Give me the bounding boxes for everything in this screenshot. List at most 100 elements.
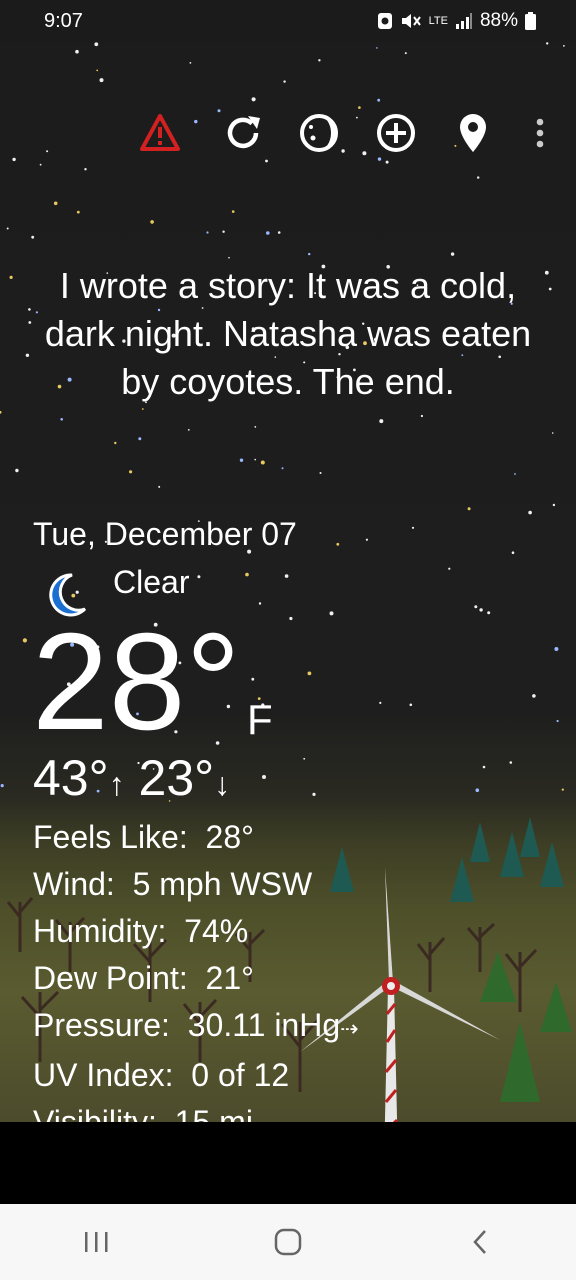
humidity-label: Humidity: xyxy=(33,913,167,949)
pressure-trend-icon: ⇢ xyxy=(340,1016,359,1041)
star xyxy=(9,275,13,279)
location-pin-icon xyxy=(460,114,486,152)
star xyxy=(6,227,9,230)
pressure-row: Pressure: 30.11 inHg⇢ xyxy=(33,1002,359,1052)
star xyxy=(31,235,35,239)
star xyxy=(376,47,378,49)
back-button[interactable] xyxy=(445,1212,515,1272)
star xyxy=(561,788,564,791)
star xyxy=(231,210,235,213)
star xyxy=(76,210,80,214)
wind-label: Wind: xyxy=(33,866,115,902)
moon-phase-icon xyxy=(300,114,338,152)
feels-like-row: Feels Like: 28° xyxy=(33,814,359,861)
visibility-label: Visibility: xyxy=(33,1104,157,1122)
refresh-button[interactable] xyxy=(220,110,266,156)
alert-button[interactable] xyxy=(137,110,183,156)
star xyxy=(15,468,19,473)
add-location-button[interactable] xyxy=(373,110,419,156)
star xyxy=(532,694,536,698)
star xyxy=(312,792,316,797)
moon-phase-button[interactable] xyxy=(296,110,342,156)
star xyxy=(509,761,513,764)
pressure-value: 30.11 inHg xyxy=(187,1007,341,1043)
star xyxy=(474,605,478,609)
pine-trees xyxy=(330,817,564,902)
location-button[interactable] xyxy=(450,110,496,156)
app-notification-icon xyxy=(377,13,392,29)
wind-value: 5 mph WSW xyxy=(132,866,313,902)
star xyxy=(448,567,451,570)
star xyxy=(379,419,384,424)
star xyxy=(206,231,209,234)
star xyxy=(0,410,2,414)
star xyxy=(129,470,133,474)
star xyxy=(411,526,415,529)
toolbar xyxy=(0,88,576,178)
signal-icon xyxy=(455,13,472,29)
ad-space xyxy=(0,1122,576,1204)
dew-point-value: 21° xyxy=(205,960,254,996)
star xyxy=(228,256,230,259)
star xyxy=(283,80,286,83)
mute-icon xyxy=(401,14,421,28)
visibility-row: Visibility: 15 mi xyxy=(33,1099,359,1122)
star xyxy=(554,647,559,651)
star xyxy=(404,52,407,55)
star xyxy=(189,62,192,64)
more-options-button[interactable] xyxy=(517,110,563,156)
recent-apps-icon xyxy=(85,1232,108,1252)
star xyxy=(475,788,480,792)
star xyxy=(53,201,58,206)
current-temperature: 28° xyxy=(32,605,241,759)
star xyxy=(251,677,255,681)
star xyxy=(284,574,289,578)
home-button[interactable] xyxy=(253,1212,323,1272)
more-vert-icon xyxy=(536,118,544,148)
star xyxy=(479,608,483,612)
uv-index-label: UV Index: xyxy=(33,1057,174,1093)
star xyxy=(258,602,262,605)
high-arrow-icon: ↑ xyxy=(108,766,125,802)
star xyxy=(467,507,471,511)
star xyxy=(75,49,79,54)
star xyxy=(336,542,340,546)
visibility-value: 15 mi xyxy=(174,1104,253,1122)
star xyxy=(187,429,190,431)
star xyxy=(197,575,201,579)
star xyxy=(245,572,249,577)
refresh-icon xyxy=(227,116,260,149)
star xyxy=(254,426,257,428)
star xyxy=(239,458,244,462)
feels-like-value: 28° xyxy=(205,819,254,855)
add-location-icon xyxy=(377,114,415,152)
high-temperature: 43° xyxy=(33,750,109,806)
weather-details: Feels Like: 28° Wind: 5 mph WSW Humidity… xyxy=(33,814,359,1122)
dew-point-label: Dew Point: xyxy=(33,960,188,996)
star xyxy=(329,611,334,616)
weather-background: I wrote a story: It was a cold, dark nig… xyxy=(0,42,576,1122)
star xyxy=(308,252,311,256)
star xyxy=(281,467,284,470)
battery-percent: 88% xyxy=(479,10,518,31)
star xyxy=(487,611,491,615)
star xyxy=(94,42,99,47)
star xyxy=(318,59,321,62)
feels-like-label: Feels Like: xyxy=(33,819,188,855)
status-icons: LTE 88% xyxy=(377,10,536,32)
star xyxy=(365,538,368,541)
star xyxy=(556,719,559,723)
condition-label: Clear xyxy=(113,564,190,600)
back-icon xyxy=(473,1230,486,1254)
star xyxy=(552,503,556,507)
recent-apps-button[interactable] xyxy=(61,1212,131,1272)
star xyxy=(0,784,4,788)
low-temperature: 23° xyxy=(138,750,215,806)
star xyxy=(450,252,455,256)
star xyxy=(262,775,266,779)
star xyxy=(141,408,144,410)
star xyxy=(60,418,63,421)
weather-quote: I wrote a story: It was a cold, dark nig… xyxy=(44,265,532,402)
star xyxy=(277,231,281,234)
high-low-temperature: 43°↑ 23°↓ xyxy=(33,748,230,814)
